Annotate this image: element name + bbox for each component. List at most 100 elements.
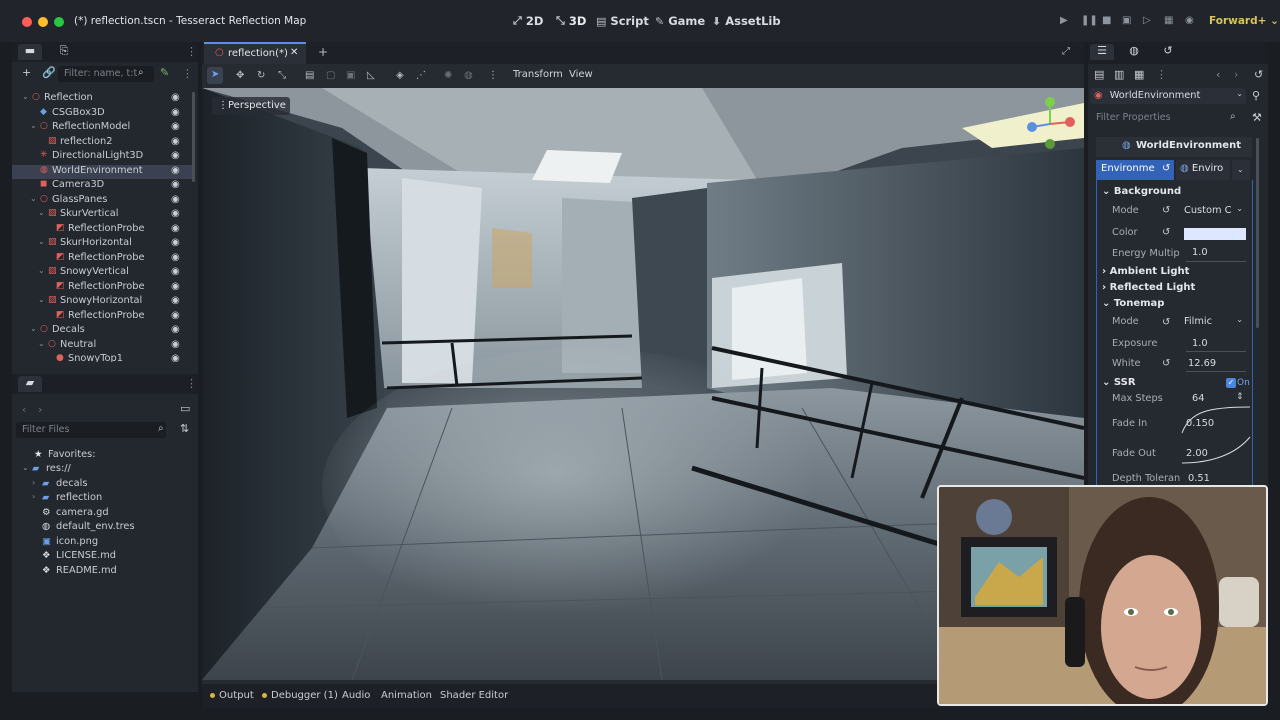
distraction-free-icon[interactable]: ⤢ bbox=[1062, 46, 1070, 57]
exposure-value[interactable]: 1.0 bbox=[1192, 338, 1208, 349]
filesystem-menu-icon[interactable]: ⋮ bbox=[186, 377, 197, 390]
color-swatch[interactable] bbox=[1184, 228, 1246, 240]
inspector-tab-button[interactable]: ☰ bbox=[1090, 44, 1114, 60]
scene-tree-node[interactable]: ◆ CSGBox3D ◉ bbox=[12, 107, 192, 121]
remote-debug-icon[interactable]: ▣ bbox=[1122, 15, 1131, 26]
visibility-eye-icon[interactable]: ◉ bbox=[171, 266, 180, 277]
scene-dock-menu-icon[interactable]: ⋮ bbox=[186, 45, 197, 58]
bg-mode-select[interactable]: Custom C ⌄ bbox=[1180, 203, 1246, 219]
visibility-eye-icon[interactable]: ◉ bbox=[171, 281, 180, 292]
resource-menu-icon[interactable]: ⋮ bbox=[1156, 68, 1167, 81]
tonemap-mode-select[interactable]: Filmic ⌄ bbox=[1180, 314, 1246, 330]
visibility-eye-icon[interactable]: ◉ bbox=[171, 295, 180, 306]
tonemap-mode-reset-icon[interactable]: ↺ bbox=[1162, 317, 1170, 328]
visibility-eye-icon[interactable]: ◉ bbox=[171, 252, 180, 263]
folder-chevron-icon[interactable]: ⌄ bbox=[22, 463, 29, 472]
visibility-eye-icon[interactable]: ◉ bbox=[171, 121, 180, 132]
scene-tree-node[interactable]: ⌄ ▨ SkurHorizontal ◉ bbox=[12, 237, 192, 251]
visibility-eye-icon[interactable]: ◉ bbox=[171, 92, 180, 103]
play-custom-icon[interactable]: ▦ bbox=[1164, 15, 1173, 26]
viewport-menu-icon[interactable]: ⋮ bbox=[488, 70, 498, 81]
scene-tab-button[interactable]: ▬ bbox=[18, 44, 42, 60]
folder-chevron-icon[interactable]: › bbox=[32, 492, 35, 501]
scene-tree-node[interactable]: ⌄ ○ GlassPanes ◉ bbox=[12, 194, 192, 208]
renderer-select[interactable]: Forward+ ⌄ bbox=[1209, 15, 1279, 27]
exposure-slider[interactable] bbox=[1186, 351, 1246, 352]
maximize-window-button[interactable] bbox=[54, 17, 64, 27]
spin-arrows-icon[interactable]: ⇕ bbox=[1236, 392, 1244, 402]
play-scene-icon[interactable]: ▷ bbox=[1143, 15, 1151, 26]
scene-tree-node[interactable]: ◩ ReflectionProbe ◉ bbox=[12, 281, 192, 295]
lock-icon[interactable]: ▢ bbox=[326, 70, 335, 81]
scene-tree-node[interactable]: ◼ Camera3D ◉ bbox=[12, 179, 192, 193]
history-back-icon[interactable]: ‹ bbox=[1216, 68, 1220, 81]
history-tab-button[interactable]: ↺ bbox=[1156, 44, 1180, 60]
rotate-tool-icon[interactable]: ↻ bbox=[257, 70, 265, 81]
visibility-eye-icon[interactable]: ◉ bbox=[171, 223, 180, 234]
filesystem-item[interactable]: ❖ LICENSE.md bbox=[12, 550, 192, 564]
object-history-icon[interactable]: ↺ bbox=[1254, 68, 1263, 81]
max-steps-value[interactable]: 64 bbox=[1192, 393, 1204, 404]
scene-tree-node[interactable]: ◩ ReflectionProbe ◉ bbox=[12, 252, 192, 266]
expand-chevron-icon[interactable]: ⌄ bbox=[30, 194, 37, 203]
visibility-eye-icon[interactable]: ◉ bbox=[171, 339, 180, 350]
link-icon[interactable]: 🔗 bbox=[42, 66, 56, 79]
filesystem-item[interactable]: ⚙ camera.gd bbox=[12, 507, 192, 521]
sort-icon[interactable]: ⇅ bbox=[180, 422, 189, 435]
script-attach-icon[interactable]: ✎ bbox=[160, 66, 169, 79]
audio-tab[interactable]: Audio bbox=[342, 690, 370, 701]
visibility-eye-icon[interactable]: ◉ bbox=[171, 107, 180, 118]
movie-maker-icon[interactable]: ◉ bbox=[1185, 15, 1194, 26]
group-icon[interactable]: ▣ bbox=[346, 70, 355, 81]
filesystem-tab-button[interactable]: ▰ bbox=[18, 376, 42, 392]
expand-chevron-icon[interactable]: ⌄ bbox=[38, 237, 45, 246]
visibility-eye-icon[interactable]: ◉ bbox=[171, 194, 180, 205]
history-forward-icon[interactable]: › bbox=[1234, 68, 1238, 81]
node-tab-button[interactable]: ◍ bbox=[1122, 44, 1146, 60]
filesystem-item[interactable]: › ▰ decals bbox=[12, 478, 192, 492]
favorites-row[interactable]: ★ Favorites: bbox=[12, 449, 192, 463]
ssr-section[interactable]: ⌄ SSR bbox=[1102, 377, 1136, 388]
add-scene-tab-icon[interactable]: + bbox=[318, 45, 328, 59]
pause-icon[interactable]: ❚❚ bbox=[1081, 15, 1098, 26]
mode-game-button[interactable]: ✎ Game bbox=[655, 14, 705, 28]
expand-chevron-icon[interactable]: ⌄ bbox=[30, 324, 37, 333]
ruler-icon[interactable]: ◺ bbox=[367, 70, 375, 81]
perspective-menu[interactable]: ⋮ Perspective bbox=[212, 97, 290, 115]
expand-chevron-icon[interactable]: ⌄ bbox=[38, 295, 45, 304]
scene-tree-node[interactable]: ⌄ ○ ReflectionModel ◉ bbox=[12, 121, 192, 135]
scene-tree-node[interactable]: ◍ WorldEnvironment ◉ bbox=[12, 164, 192, 179]
user-icon[interactable]: ⚲ bbox=[1252, 89, 1260, 102]
environment-resource-picker[interactable]: ◍ Enviro bbox=[1176, 160, 1230, 180]
animation-tab[interactable]: Animation bbox=[381, 690, 432, 701]
environment-resource-button[interactable]: Environme ↺ bbox=[1096, 160, 1174, 180]
visibility-eye-icon[interactable]: ◉ bbox=[171, 353, 180, 362]
minimize-window-button[interactable] bbox=[38, 17, 48, 27]
select-tool-icon[interactable]: ➤ bbox=[207, 67, 223, 84]
shader-editor-tab[interactable]: Shader Editor bbox=[440, 690, 508, 701]
filesystem-item[interactable]: ❖ README.md bbox=[12, 565, 192, 579]
filesystem-item[interactable]: ◍ default_env.tres bbox=[12, 521, 192, 535]
snap-icon[interactable]: ⋰ bbox=[416, 70, 426, 81]
background-section[interactable]: ⌄ Background bbox=[1102, 186, 1181, 197]
mode-2d-button[interactable]: ⤢ 2D bbox=[513, 14, 543, 28]
tonemap-section[interactable]: ⌄ Tonemap bbox=[1102, 298, 1164, 309]
expand-chevron-icon[interactable]: ⌄ bbox=[22, 92, 29, 101]
debugger-tab[interactable]: Debugger (1) bbox=[262, 690, 338, 701]
depth-tolerance-value[interactable]: 0.51 bbox=[1188, 473, 1210, 484]
close-tab-icon[interactable]: ✕ bbox=[290, 47, 298, 58]
scene-tree-node[interactable]: ◩ ReflectionProbe ◉ bbox=[12, 223, 192, 237]
scene-tree-node[interactable]: ⌄ ○ Decals ◉ bbox=[12, 324, 192, 338]
folder-chevron-icon[interactable]: › bbox=[32, 478, 35, 487]
expand-chevron-icon[interactable]: ⌄ bbox=[30, 121, 37, 130]
save-resource-icon[interactable]: ▦ bbox=[1134, 68, 1144, 81]
expand-chevron-icon[interactable]: ⌄ bbox=[38, 266, 45, 275]
visibility-eye-icon[interactable]: ◉ bbox=[171, 310, 180, 321]
mode-script-button[interactable]: ▤ Script bbox=[596, 14, 649, 28]
scene-tree-node[interactable]: ▨ reflection2 ◉ bbox=[12, 136, 192, 150]
output-tab[interactable]: Output bbox=[210, 690, 254, 701]
add-node-icon[interactable]: + bbox=[22, 66, 31, 79]
stop-icon[interactable]: ■ bbox=[1102, 15, 1111, 26]
visibility-eye-icon[interactable]: ◉ bbox=[171, 237, 180, 248]
white-slider[interactable] bbox=[1186, 371, 1246, 372]
